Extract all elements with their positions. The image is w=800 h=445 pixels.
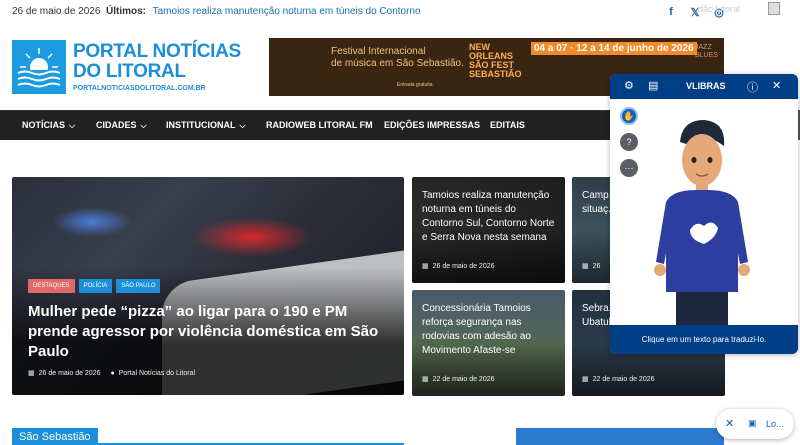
image-decoration <box>52 207 132 237</box>
main-story-card[interactable]: DESTAQUES POLÍCIA SÃO PAULO Mulher pede … <box>12 177 404 395</box>
main-story-meta: ▦ 26 de maio de 2026 ● Portal Notícias d… <box>28 369 195 378</box>
sidebar-ad[interactable] <box>516 428 724 445</box>
vlibras-side-buttons: ✋ ? ⋯ <box>620 107 638 177</box>
chevron-down-icon: ⌵ <box>140 121 147 130</box>
vlibras-footer[interactable]: Clique em um texto para traduzi-lo. <box>610 325 798 354</box>
banner-line-1: Festival Internacional <box>331 46 426 57</box>
latest-headline-link[interactable]: Tamoios realiza manutenção noturna em tú… <box>153 6 421 17</box>
current-date: 26 de maio de 2026 <box>12 6 101 17</box>
gear-icon[interactable]: ⚙ <box>624 79 634 92</box>
vlibras-widget: ⚙ ▤ VLIBRAS ⓘ ✕ ✋ ? ⋯ Clique em um texto… <box>610 74 798 354</box>
main-story-title[interactable]: Mulher pede “pizza” ao ligar para o 190 … <box>28 302 388 362</box>
image-decoration <box>192 217 312 257</box>
logo-url: PORTALNOTICIASDOLITORAL.COM.BR <box>73 85 206 92</box>
nav-item-edicoes[interactable]: EDIÇÕES IMPRESSAS <box>384 120 480 130</box>
tag-policia[interactable]: POLÍCIA <box>78 279 113 293</box>
logo-icon[interactable] <box>12 40 66 94</box>
more-icon[interactable]: ⋯ <box>620 159 638 177</box>
logo-line-1: PORTAL NOTÍCIAS <box>73 41 241 62</box>
hand-icon[interactable]: ✋ <box>620 107 638 125</box>
calendar-icon: ▦ <box>28 370 35 377</box>
banner-text: Festival Internacional de música em São … <box>331 46 464 70</box>
calendar-icon: ▦ <box>582 263 589 270</box>
banner-brand: NEW ORLEANS SÃO FEST SEBASTIÃO <box>469 42 522 79</box>
side-story-card[interactable]: Concessionária Tamoios reforça segurança… <box>412 290 565 396</box>
vlibras-title: VLIBRAS <box>686 81 726 91</box>
main-story-author[interactable]: Portal Notícias do Litoral <box>119 370 195 377</box>
story-tags: DESTAQUES POLÍCIA SÃO PAULO <box>28 279 161 293</box>
chevron-down-icon: ⌵ <box>239 121 246 130</box>
latest-label: Últimos: <box>106 6 146 17</box>
help-icon[interactable]: ? <box>620 133 638 151</box>
banner-dates: 04 a 07 · 12 a 14 de junho de 2026 <box>531 42 697 55</box>
nav-item-institucional[interactable]: INSTITUCIONAL ⌵ <box>166 120 246 131</box>
tag-sao-paulo[interactable]: SÃO PAULO <box>116 279 161 293</box>
top-bar: 26 de maio de 2026 Últimos: Tamoios real… <box>0 0 800 24</box>
banner-side-text: JAZZ BLUES <box>695 44 718 59</box>
faded-text: dão Litoral <box>698 4 741 14</box>
logo-line-2: DO LITORAL <box>73 61 186 82</box>
nav-item-editais[interactable]: EDITAIS <box>490 120 525 130</box>
sign-language-avatar <box>654 120 750 330</box>
side-story-meta: ▦ 22 de maio de 2026 <box>422 375 495 384</box>
side-story-date[interactable]: 22 de maio de 2026 <box>593 376 655 383</box>
banner-line-2: de música em São Sebastião. <box>331 58 464 69</box>
chevron-down-icon: ⌵ <box>69 121 76 130</box>
side-story-date[interactable]: 26 de maio de 2026 <box>433 263 495 270</box>
nav-item-radioweb[interactable]: RADIOWEB LITORAL FM <box>266 120 373 130</box>
side-story-meta: ▦ 26 <box>582 262 601 271</box>
calendar-icon: ▦ <box>422 263 429 270</box>
side-story-title[interactable]: Tamoios realiza manutenção noturna em tú… <box>422 189 557 245</box>
main-story-date[interactable]: 26 de maio de 2026 <box>39 370 101 377</box>
side-story-date[interactable]: 22 de maio de 2026 <box>433 376 495 383</box>
close-icon[interactable]: ✕ <box>772 79 781 92</box>
user-icon[interactable] <box>768 2 780 15</box>
info-icon[interactable]: ⓘ <box>747 79 758 95</box>
floating-accessibility-pill[interactable]: ✕ ▣ Lo... <box>716 409 794 439</box>
vlibras-header: ⚙ ▤ VLIBRAS ⓘ ✕ <box>610 74 798 99</box>
side-story-date[interactable]: 26 <box>593 263 601 270</box>
book-icon: ▣ <box>748 418 757 428</box>
side-story-meta: ▦ 22 de maio de 2026 <box>582 375 655 384</box>
dictionary-icon[interactable]: ▤ <box>648 79 658 92</box>
nav-item-noticias[interactable]: NOTÍCIAS ⌵ <box>22 120 75 131</box>
nav-item-cidades[interactable]: CIDADES ⌵ <box>96 120 147 131</box>
author-icon: ● <box>110 369 115 377</box>
tag-destaques[interactable]: DESTAQUES <box>28 279 75 293</box>
close-icon[interactable]: ✕ <box>725 417 734 430</box>
side-story-card[interactable]: Tamoios realiza manutenção noturna em tú… <box>412 177 565 283</box>
site-logo-text[interactable]: PORTAL NOTÍCIAS DO LITORAL <box>73 42 241 82</box>
pill-label[interactable]: Lo... <box>766 419 784 429</box>
side-story-meta: ▦ 26 de maio de 2026 <box>422 262 495 271</box>
latest-news-ticker: Últimos: Tamoios realiza manutenção notu… <box>106 6 421 17</box>
calendar-icon: ▦ <box>422 376 429 383</box>
side-story-title[interactable]: Concessionária Tamoios reforça segurança… <box>422 302 557 358</box>
banner-small-text: Entrada gratuita <box>397 82 433 88</box>
calendar-icon: ▦ <box>582 376 589 383</box>
facebook-icon[interactable]: f <box>662 3 680 21</box>
